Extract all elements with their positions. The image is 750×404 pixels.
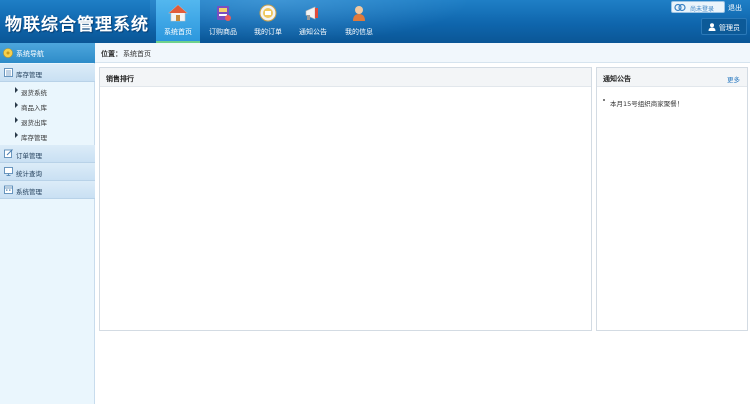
- app-title: 物联综合管理系统: [5, 15, 149, 35]
- monitor-icon: [4, 167, 13, 176]
- link-icon: [674, 3, 686, 12]
- caret-right-icon: [15, 87, 18, 93]
- breadcrumb: 位置： 系统首页: [95, 43, 750, 63]
- sidebar-item-stock-manage[interactable]: 库存管理: [0, 128, 95, 143]
- breadcrumb-current: 系统首页: [123, 50, 151, 58]
- nav-my-orders[interactable]: 我的订单: [246, 0, 290, 43]
- bullet-icon: [603, 99, 605, 101]
- calendar-icon: [4, 185, 13, 194]
- nav-notices[interactable]: 通知公告: [291, 0, 335, 43]
- sidebar-group-orders[interactable]: 订单管理: [0, 145, 95, 163]
- sidebar-header: 系统导航: [0, 43, 95, 63]
- sidebar: 系统导航 库存管理 退货系统 商品入库 退货出库 库存管理 订单管理 统计查询 …: [0, 43, 95, 404]
- home-icon: [168, 4, 188, 22]
- megaphone-icon: [305, 6, 318, 20]
- top-header: 物联综合管理系统 系统首页 订购商品 我的订单 通知公告 我的信息 尚未登录 退…: [0, 0, 750, 43]
- notice-panel: 通知公告 更多 本月15号组织商家聚餐！: [596, 67, 748, 331]
- caret-right-icon: [15, 117, 18, 123]
- user-button[interactable]: 管理员: [701, 18, 747, 35]
- nav-home[interactable]: 系统首页: [156, 0, 200, 43]
- sidebar-item-return-system[interactable]: 退货系统: [0, 83, 95, 98]
- panel-header: 销售排行: [100, 68, 591, 87]
- shopping-icon: [217, 6, 231, 21]
- caret-right-icon: [15, 102, 18, 108]
- more-link[interactable]: 更多: [727, 74, 740, 84]
- login-status-text: 尚未登录: [690, 6, 715, 13]
- sidebar-group-system[interactable]: 系统管理: [0, 181, 95, 199]
- user-icon: [708, 23, 716, 31]
- nav-my-info[interactable]: 我的信息: [337, 0, 381, 43]
- user-label: 管理员: [719, 24, 740, 32]
- sales-ranking-panel: 销售排行: [99, 67, 592, 331]
- orders-icon: [259, 4, 277, 22]
- edit-icon: [4, 149, 13, 158]
- sidebar-item-stock-in[interactable]: 商品入库: [0, 98, 95, 113]
- notice-item[interactable]: 本月15号组织商家聚餐！: [610, 98, 683, 108]
- inventory-icon: [4, 68, 13, 77]
- nav-order-goods[interactable]: 订购商品: [201, 0, 245, 43]
- sidebar-group-inventory[interactable]: 库存管理: [0, 64, 95, 82]
- sidebar-item-return-out[interactable]: 退货出库: [0, 113, 95, 128]
- panel-title: 销售排行: [106, 75, 134, 83]
- panel-header: 通知公告 更多: [597, 68, 747, 87]
- profile-icon: [353, 6, 365, 21]
- login-status[interactable]: 尚未登录: [671, 1, 725, 13]
- compass-icon: [3, 48, 13, 58]
- caret-right-icon: [15, 132, 18, 138]
- breadcrumb-label: 位置：: [101, 50, 122, 58]
- panel-title: 通知公告: [603, 75, 631, 83]
- logout-link[interactable]: 退出: [728, 3, 742, 13]
- sidebar-group-statistics[interactable]: 统计查询: [0, 163, 95, 181]
